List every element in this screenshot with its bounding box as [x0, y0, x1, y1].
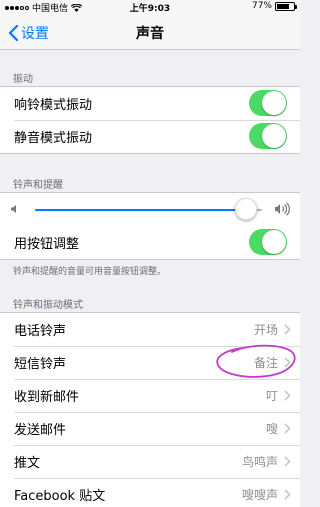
chevron-right-icon	[284, 423, 291, 434]
volume-slider-fill	[35, 209, 247, 211]
vibrate-ring-toggle[interactable]	[249, 90, 287, 116]
status-bar: 中国电信 上午9:03 77%	[0, 0, 300, 14]
section-header-ringer: 铃声和提醒	[13, 180, 63, 191]
volume-slider-row	[0, 193, 300, 226]
toggle-knob	[262, 230, 286, 254]
navigation-bar: 设置 声音	[0, 14, 300, 50]
row-vibrate-silent: 静音模式振动	[0, 120, 300, 153]
row-label: 推文	[14, 456, 41, 471]
toggle-knob	[262, 91, 286, 115]
row-ringtone[interactable]: 电话铃声 开场	[0, 313, 300, 346]
row-value: 嗖	[265, 422, 278, 436]
row-change-with-buttons: 用按钮调整	[0, 226, 300, 259]
row-sent-mail[interactable]: 发送邮件 嗖	[0, 412, 300, 445]
volume-slider[interactable]	[35, 209, 262, 211]
vibrate-silent-toggle[interactable]	[249, 123, 287, 149]
row-tweet[interactable]: 推文 鸟鸣声	[0, 445, 300, 478]
row-facebook-post[interactable]: Facebook 贴文 嗖嗖声	[0, 478, 300, 507]
patterns-group: 电话铃声 开场 短信铃声 备注 收到新邮件 叮 发送邮件 嗖 推文 鸟鸣声 Fa…	[0, 312, 300, 507]
chevron-right-icon	[284, 456, 291, 467]
battery-percent: 77%	[251, 1, 272, 11]
vibrate-group: 响铃模式振动 静音模式振动	[0, 86, 300, 154]
change-with-buttons-toggle[interactable]	[249, 229, 287, 255]
row-value: 开场	[253, 323, 278, 337]
speaker-high-icon	[275, 202, 290, 216]
speaker-low-icon	[11, 205, 16, 213]
row-label: 用按钮调整	[14, 237, 80, 252]
row-new-mail[interactable]: 收到新邮件 叮	[0, 379, 300, 412]
row-vibrate-ring: 响铃模式振动	[0, 87, 300, 120]
row-value: 嗖嗖声	[241, 488, 278, 502]
row-label: Facebook 贴文	[14, 489, 106, 504]
row-label: 短信铃声	[14, 357, 67, 372]
section-header-patterns: 铃声和振动模式	[13, 300, 83, 311]
status-right: 77%	[251, 1, 297, 11]
toggle-knob	[262, 124, 286, 148]
row-label: 响铃模式振动	[14, 98, 93, 113]
chevron-right-icon	[284, 489, 291, 500]
page-title: 声音	[136, 26, 164, 42]
chevron-right-icon	[284, 357, 291, 368]
ringer-group: 用按钮调整	[0, 192, 300, 260]
chevron-right-icon	[284, 324, 291, 335]
section-header-vibrate: 振动	[13, 74, 33, 85]
battery-icon	[275, 1, 297, 11]
ringer-footer-text: 铃声和提醒的音量可用音量按钮调整。	[13, 267, 167, 277]
chevron-right-icon	[284, 390, 291, 401]
row-text-tone[interactable]: 短信铃声 备注	[0, 346, 300, 379]
row-value: 鸟鸣声	[241, 455, 278, 469]
row-label: 静音模式振动	[14, 131, 93, 146]
row-label: 发送邮件	[14, 423, 67, 438]
row-label: 电话铃声	[14, 324, 67, 339]
row-label: 收到新邮件	[14, 390, 80, 405]
volume-slider-thumb[interactable]	[235, 198, 258, 220]
row-value: 叮	[265, 389, 278, 403]
row-value: 备注	[253, 356, 278, 370]
